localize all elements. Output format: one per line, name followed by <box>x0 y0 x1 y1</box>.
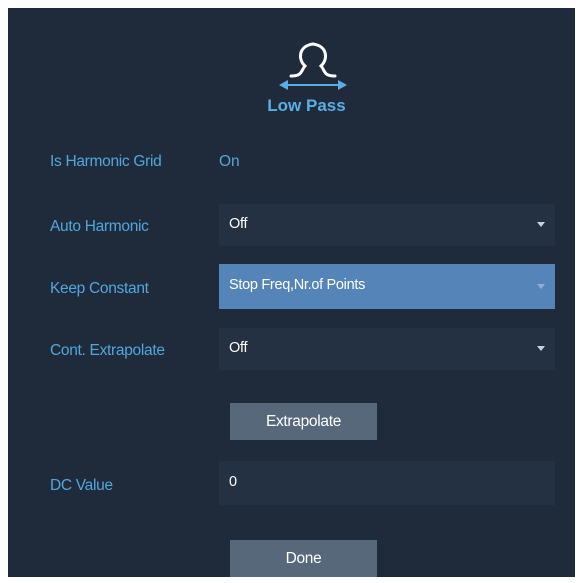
cont-extrapolate-dropdown[interactable]: Off <box>219 328 555 370</box>
auto-harmonic-label: Auto Harmonic <box>50 218 149 235</box>
dc-value-label: DC Value <box>50 477 113 494</box>
extrapolate-button[interactable]: Extrapolate <box>230 403 377 440</box>
harmonic-grid-value: On <box>219 153 240 170</box>
dc-value-input[interactable]: 0 <box>219 461 555 505</box>
chevron-down-icon <box>537 346 545 351</box>
keep-constant-label: Keep Constant <box>50 280 149 297</box>
low-pass-settings-panel: Low Pass Is Harmonic Grid On Auto Harmon… <box>8 8 575 577</box>
cont-extrapolate-value: Off <box>229 340 248 356</box>
harmonic-grid-label: Is Harmonic Grid <box>50 153 162 170</box>
chevron-down-icon <box>537 284 545 289</box>
auto-harmonic-dropdown[interactable]: Off <box>219 204 555 246</box>
keep-constant-value: Stop Freq,Nr.of Points <box>229 277 366 293</box>
done-button[interactable]: Done <box>230 540 377 577</box>
auto-harmonic-value: Off <box>229 216 248 232</box>
cont-extrapolate-label: Cont. Extrapolate <box>50 342 165 359</box>
low-pass-icon <box>279 42 347 90</box>
dc-value-text: 0 <box>229 474 238 490</box>
keep-constant-dropdown[interactable]: Stop Freq,Nr.of Points <box>219 264 555 309</box>
chevron-down-icon <box>537 222 545 227</box>
panel-header: Low Pass <box>8 8 575 128</box>
low-pass-title: Low Pass <box>267 96 346 115</box>
